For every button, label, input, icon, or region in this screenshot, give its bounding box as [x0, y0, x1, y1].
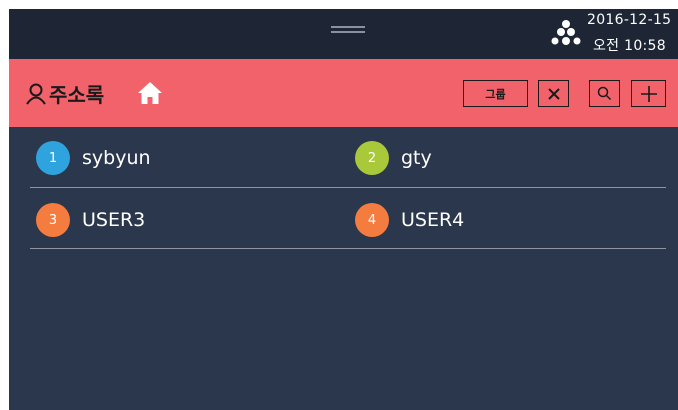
app-screen: 2016-12-15 오전 10:58 주소록 그룹 1 sybyun 2 gt…	[9, 9, 678, 410]
contact-number-badge: 3	[36, 203, 70, 237]
contact-item[interactable]: 4 USER4	[355, 200, 464, 240]
contact-name: gty	[401, 147, 432, 169]
close-icon	[547, 87, 560, 100]
contact-number-badge: 4	[355, 203, 389, 237]
header-bar: 주소록 그룹	[9, 59, 678, 127]
contact-number-badge: 2	[355, 141, 389, 175]
status-date: 2016-12-15	[587, 12, 672, 28]
contact-name: USER4	[401, 209, 465, 231]
drag-handle-top-line[interactable]	[331, 26, 365, 28]
add-contact-button[interactable]	[631, 80, 666, 107]
status-time: 오전 10:58	[593, 38, 666, 54]
list-divider	[30, 248, 666, 249]
list-divider	[30, 187, 666, 188]
delete-button[interactable]	[538, 80, 569, 107]
contact-name: USER3	[82, 209, 146, 231]
plus-icon	[640, 85, 657, 102]
contact-number-badge: 1	[36, 141, 70, 175]
status-bar: 2016-12-15 오전 10:58	[9, 9, 678, 59]
page-title: 주소록	[49, 83, 105, 107]
search-icon	[597, 86, 612, 101]
contact-item[interactable]: 3 USER3	[36, 200, 145, 240]
dot-cluster-logo-icon	[551, 20, 581, 45]
home-icon[interactable]	[137, 81, 163, 105]
contact-name: sybyun	[82, 147, 151, 169]
contact-item[interactable]: 1 sybyun	[36, 138, 151, 178]
group-button-label: 그룹	[485, 87, 506, 101]
drag-handle-bottom-line[interactable]	[331, 31, 365, 33]
person-icon	[26, 83, 46, 105]
search-button[interactable]	[589, 80, 620, 107]
contact-item[interactable]: 2 gty	[355, 138, 432, 178]
group-button[interactable]: 그룹	[463, 80, 528, 107]
